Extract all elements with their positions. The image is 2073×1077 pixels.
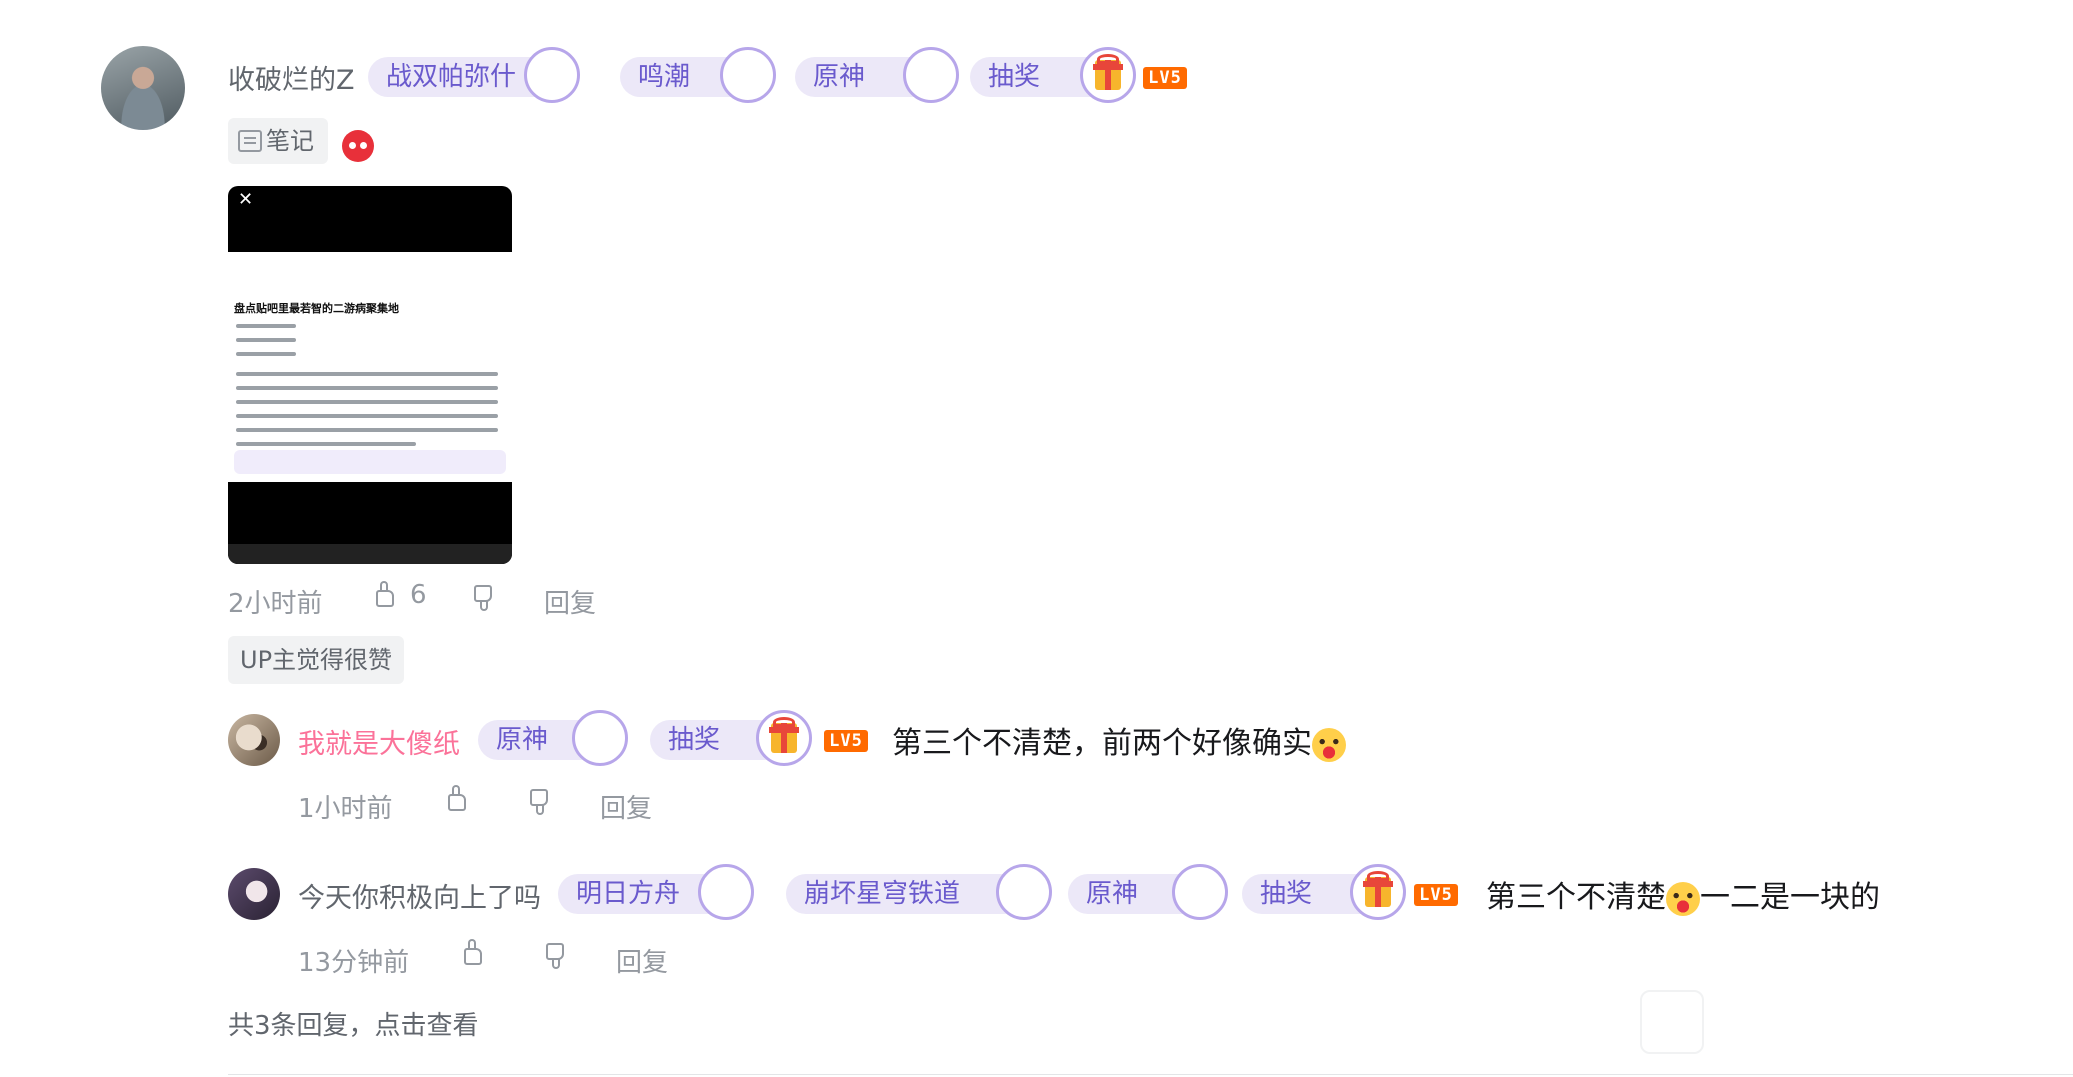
badge-label: 明日方舟 — [576, 879, 681, 909]
badge-lottery[interactable]: 抽奖 — [970, 47, 1136, 103]
mingri-avatar-icon — [698, 864, 754, 920]
avatar[interactable] — [228, 714, 280, 766]
dislike-icon[interactable] — [528, 788, 556, 816]
reply-text-before: 第三个不清楚 — [1486, 880, 1666, 915]
view-more-replies-link[interactable]: 共3条回复，点击查看 — [228, 1005, 479, 1042]
badge-label: 抽奖 — [668, 725, 721, 755]
like-icon[interactable] — [456, 938, 484, 966]
close-icon: ✕ — [238, 189, 254, 210]
level-badge: LV5 — [824, 730, 868, 752]
yuanshen-avatar-icon — [903, 47, 959, 103]
image-title: 盘点贴吧里最若智的二游病聚集地 — [234, 302, 399, 315]
badge-label: 抽奖 — [1260, 879, 1313, 909]
badge-label: 原神 — [1086, 879, 1139, 909]
badge-yuanshen[interactable]: 原神 — [478, 710, 628, 766]
reply-text: 第三个不清楚 一二是一块的 — [1486, 872, 1880, 916]
gift-icon — [1350, 864, 1406, 920]
shy-face-emoji-icon — [1666, 881, 1700, 916]
badge-benghuai[interactable]: 崩坏星穹铁道 — [786, 864, 1052, 920]
badge-label: 鸣潮 — [638, 62, 691, 92]
badge-yuanshen[interactable]: 原神 — [795, 47, 959, 103]
yuanshen-avatar-icon — [572, 710, 628, 766]
up-liked-tag: UP主觉得很赞 — [228, 636, 405, 684]
divider — [228, 1074, 2073, 1075]
mingchao-avatar-icon — [720, 47, 776, 103]
like-count: 6 — [410, 580, 427, 610]
avatar[interactable] — [101, 46, 185, 130]
reply-text: 第三个不清楚，前两个好像确实 — [892, 718, 1346, 762]
like-icon[interactable] — [368, 580, 396, 608]
shy-face-emoji-icon — [1312, 727, 1346, 762]
floating-widget-icon[interactable] — [1640, 990, 1704, 1054]
zhanshuang-avatar-icon — [524, 47, 580, 103]
level-badge: LV5 — [1414, 884, 1458, 906]
dislike-icon[interactable] — [544, 942, 572, 970]
badge-mingri[interactable]: 明日方舟 — [558, 864, 754, 920]
badge-label: 战双帕弥什 — [386, 62, 517, 92]
badge-mingchao[interactable]: 鸣潮 — [620, 47, 776, 103]
comment-time: 2小时前 — [228, 589, 323, 619]
note-icon — [238, 130, 262, 152]
gift-icon — [756, 710, 812, 766]
dislike-icon[interactable] — [472, 584, 500, 612]
reply-time: 1小时前 — [298, 794, 393, 824]
angry-emoji-icon — [342, 130, 374, 162]
yuanshen-avatar-icon — [1172, 864, 1228, 920]
badge-label: 原神 — [496, 725, 549, 755]
badge-zhanshuang[interactable]: 战双帕弥什 — [368, 47, 580, 103]
reply-username[interactable]: 今天你积极向上了吗 — [298, 876, 541, 915]
benghuai-avatar-icon — [996, 864, 1052, 920]
reply-username[interactable]: 我就是大傻纸 — [298, 722, 460, 761]
username[interactable]: 收破烂的Z — [228, 58, 355, 97]
reply-text-content: 第三个不清楚，前两个好像确实 — [892, 726, 1312, 761]
badge-label: 抽奖 — [988, 62, 1041, 92]
reply-time: 13分钟前 — [298, 948, 410, 978]
reply-button[interactable]: 回复 — [616, 942, 668, 979]
note-tag[interactable]: 笔记 — [228, 118, 328, 164]
image-screen: 盘点贴吧里最若智的二游病聚集地 — [228, 252, 512, 482]
level-badge: LV5 — [1143, 67, 1187, 89]
badge-lottery[interactable]: 抽奖 — [1242, 864, 1406, 920]
reply-button[interactable]: 回复 — [600, 788, 652, 825]
gift-icon — [1080, 47, 1136, 103]
note-tag-label: 笔记 — [266, 127, 314, 155]
badge-label: 崩坏星穹铁道 — [804, 879, 961, 909]
badge-lottery[interactable]: 抽奖 — [650, 710, 812, 766]
comment-image[interactable]: ✕ 盘点贴吧里最若智的二游病聚集地 — [228, 186, 512, 564]
badge-label: 原神 — [813, 62, 866, 92]
like-icon[interactable] — [440, 784, 468, 812]
avatar[interactable] — [228, 868, 280, 920]
reply-text-after: 一二是一块的 — [1700, 880, 1880, 915]
badge-yuanshen[interactable]: 原神 — [1068, 864, 1228, 920]
reply-button[interactable]: 回复 — [544, 583, 596, 620]
